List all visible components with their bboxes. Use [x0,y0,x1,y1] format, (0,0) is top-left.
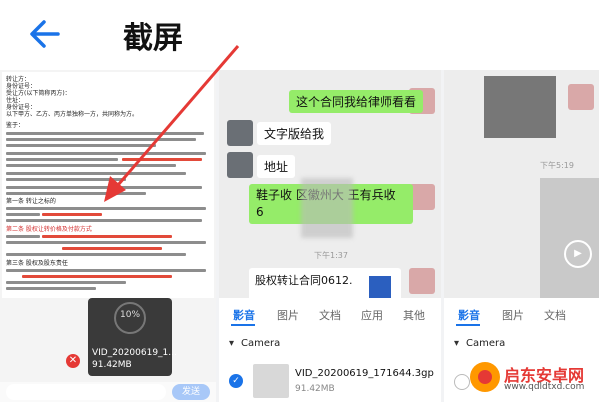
doc-heading: 第一条 转让之标的 [6,198,56,205]
chat-timestamp: 下午5:19 [540,161,574,170]
back-arrow-icon[interactable] [28,14,68,54]
tab-video[interactable]: 影音 [233,307,255,323]
video-size: 91.42MB [92,360,132,370]
video-progress: 10% [120,310,141,320]
doc-line: 受让方(以下简称丙方)： [6,90,71,97]
logo-icon [470,362,500,392]
tab-documents[interactable]: 文档 [544,307,566,323]
tab-images[interactable]: 图片 [502,307,524,323]
photo-thumbnail [484,76,556,138]
play-icon[interactable]: ▶ [564,240,592,268]
send-button[interactable]: 发送 [172,384,210,400]
doc-heading: 第二条 股权让转价格及付款方式 [6,226,92,233]
tab-apps[interactable]: 应用 [361,307,383,323]
avatar [227,120,253,146]
video-preview[interactable]: ▶ [540,178,599,318]
redaction-blur [301,178,353,238]
file-size: 91.42MB [295,384,335,394]
tab-other[interactable]: 其他 [403,307,425,323]
site-watermark: 启东安卓网 www.qdldtxd.com [470,360,599,400]
chat-message-left: 地址 [257,155,296,178]
chat-message-right: 这个合同我给律师看看 [289,90,424,113]
tab-indicator [231,324,255,326]
doc-line: 住址： [6,97,25,104]
file-card-name: 股权转让合同0612. [255,274,353,287]
top-bar: 截屏 [0,0,599,70]
chat-message-left: 文字版给我 [257,122,332,145]
folder-name: Camera [241,338,281,349]
doc-heading: 第三条 股权及股东责任 [6,260,68,267]
screenshot-gallery[interactable]: 下午5:19 ▶ 影音 图片 文档 ▾ Camera 启东安卓网 www.qdl… [444,70,599,402]
file-card[interactable]: 股权转让合同0612. [249,268,401,302]
chevron-down-icon[interactable]: ▾ [229,338,234,349]
video-filename: VID_20200619_1... [92,348,177,358]
tab-indicator [456,324,480,326]
avatar [568,84,594,110]
doc-line: 以下甲方、乙方、丙方单独称一方，共同称为方。 [6,111,139,118]
checkbox-icon[interactable] [454,374,470,390]
message-input[interactable] [6,384,166,400]
video-thumbnail[interactable]: 10% VID_20200619_1... 91.42MB [88,298,177,376]
avatar [409,268,435,294]
doc-line: 鉴于： [6,122,25,129]
doc-line: 转让方： [6,76,31,83]
video-thumbnail [253,364,289,398]
avatar [227,152,253,178]
chat-timestamp: 下午1:37 [314,251,348,260]
file-name: VID_20200619_171644.3gp [295,368,434,379]
page-title: 截屏 [123,21,183,56]
remove-icon[interactable]: ✕ [66,354,80,368]
checkbox-checked-icon[interactable]: ✓ [229,374,243,388]
screenshot-document[interactable]: 转让方： 身份证号： 受让方(以下简称丙方)： 住址： 身份证号： 以下甲方、乙… [0,70,216,402]
tab-images[interactable]: 图片 [277,307,299,323]
input-bar: 发送 [0,382,216,402]
file-picker: 影音 图片 文档 应用 其他 ▾ Camera ✓ VID_20200619_1… [219,298,441,402]
tab-video[interactable]: 影音 [458,307,480,323]
screenshot-chat[interactable]: 这个合同我给律师看看 文字版给我 地址 鞋子收 区徽州大 王有兵收 6 下午1:… [219,70,441,402]
watermark-url: www.qdldtxd.com [504,382,585,392]
folder-name: Camera [466,338,506,349]
chevron-down-icon[interactable]: ▾ [454,338,459,349]
doc-line: 身份证号： [6,83,37,90]
contract-document: 转让方： 身份证号： 受让方(以下简称丙方)： 住址： 身份证号： 以下甲方、乙… [2,72,214,298]
doc-line: 身份证号： [6,104,37,111]
tab-documents[interactable]: 文档 [319,307,341,323]
